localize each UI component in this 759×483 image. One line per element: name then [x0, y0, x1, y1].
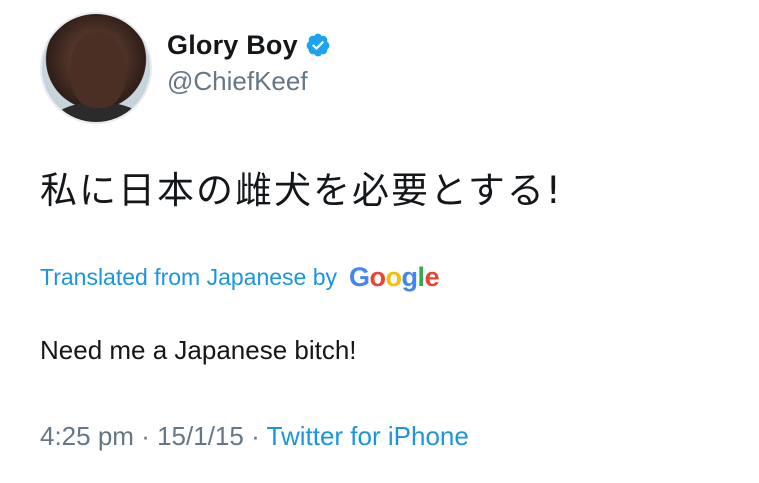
display-name[interactable]: Glory Boy	[167, 30, 298, 61]
meta-separator: ·	[251, 421, 260, 451]
user-handle[interactable]: @ChiefKeef	[167, 66, 331, 97]
translated-text: Need me a Japanese bitch!	[40, 335, 357, 365]
verified-badge-icon	[306, 33, 330, 57]
tweet-date[interactable]: 15/1/15	[157, 421, 244, 451]
name-row: Glory Boy	[167, 28, 331, 62]
translation-attribution: Translated from Japanese by Google	[40, 262, 440, 293]
tweet-card: Glory Boy @ChiefKeef 私に日本の雌犬を必要とする! Tran…	[0, 0, 759, 483]
tweet-meta: 4:25 pm · 15/1/15 · Twitter for iPhone	[40, 421, 469, 452]
tweet-source-link[interactable]: Twitter for iPhone	[267, 421, 469, 451]
avatar[interactable]	[40, 12, 152, 124]
tweet-header: Glory Boy @ChiefKeef	[167, 28, 331, 97]
tweet-time[interactable]: 4:25 pm	[40, 421, 134, 451]
google-logo: Google	[349, 262, 440, 292]
tweet-text: 私に日本の雌犬を必要とする!	[40, 169, 563, 212]
translated-from-label[interactable]: Translated from Japanese by	[40, 264, 337, 291]
avatar-face	[70, 32, 126, 108]
meta-separator: ·	[141, 421, 150, 451]
